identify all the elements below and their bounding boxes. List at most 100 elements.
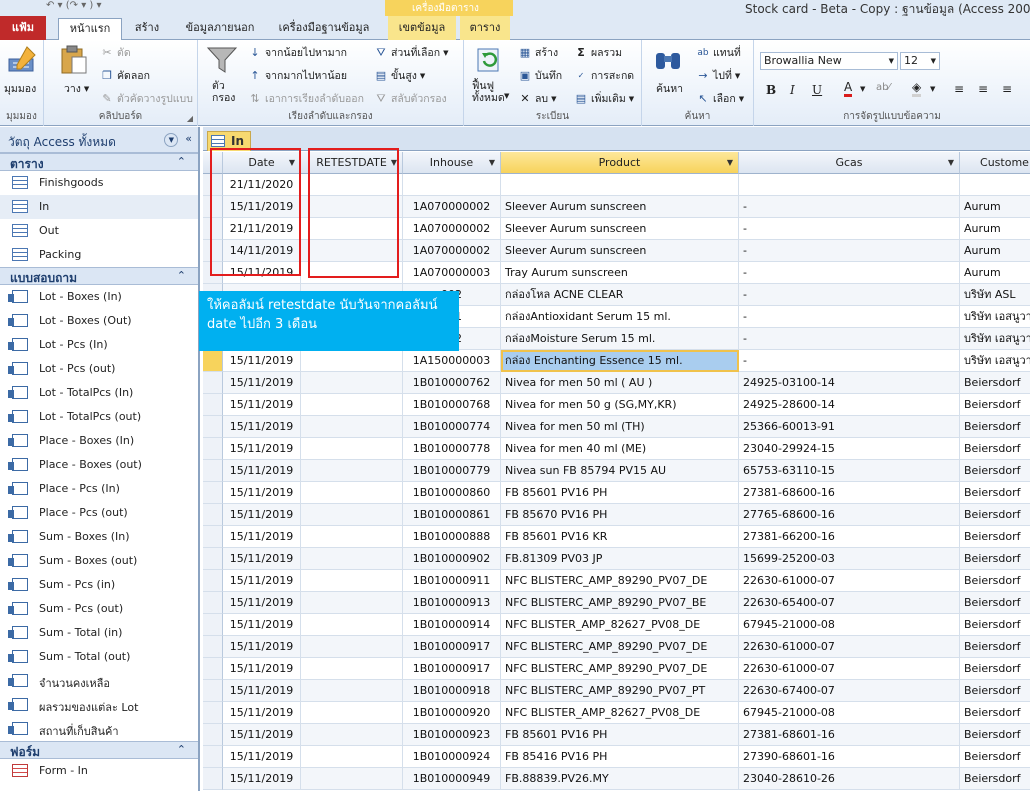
table-cell[interactable]: 1B010000914: [403, 614, 501, 636]
table-cell[interactable]: Beiersdorf: [960, 592, 1030, 614]
table-cell[interactable]: [960, 174, 1030, 196]
align-right-icon[interactable]: ≡: [1002, 82, 1012, 96]
chevron-down-icon[interactable]: ▼: [727, 152, 733, 173]
table-cell[interactable]: Nivea for men 50 ml ( AU ): [501, 372, 739, 394]
refresh-all-button[interactable]: ฟื้นฟู ทั้งหมด: [472, 80, 505, 104]
table-cell[interactable]: NFC BLISTERC_AMP_89290_PV07_PT: [501, 680, 739, 702]
column-header[interactable]: Inhouse ▼: [403, 152, 501, 174]
table-cell[interactable]: 1A070000003: [403, 262, 501, 284]
copy-button[interactable]: ❐ คัดลอก: [100, 67, 150, 84]
table-cell[interactable]: [739, 174, 960, 196]
nav-item[interactable]: Sum - Pcs (out): [0, 597, 198, 621]
table-cell[interactable]: 27381-66200-16: [739, 526, 960, 548]
table-cell[interactable]: [301, 614, 403, 636]
row-selector[interactable]: [203, 350, 223, 372]
nav-item[interactable]: Lot - Boxes (In): [0, 285, 198, 309]
table-cell[interactable]: Beiersdorf: [960, 548, 1030, 570]
table-cell[interactable]: Beiersdorf: [960, 724, 1030, 746]
table-cell[interactable]: 1B010000768: [403, 394, 501, 416]
nav-item[interactable]: Sum - Total (out): [0, 645, 198, 669]
table-cell[interactable]: Beiersdorf: [960, 372, 1030, 394]
table-cell[interactable]: 1A070000002: [403, 240, 501, 262]
collapse-pane-icon[interactable]: «: [185, 132, 192, 145]
table-cell[interactable]: 15/11/2019: [223, 460, 301, 482]
tab-create[interactable]: สร้าง: [127, 18, 167, 40]
nav-item[interactable]: Sum - Boxes (out): [0, 549, 198, 573]
nav-item[interactable]: Lot - TotalPcs (In): [0, 381, 198, 405]
table-cell[interactable]: กล่องMoisture Serum 15 ml.: [501, 328, 739, 350]
table-cell[interactable]: -: [739, 284, 960, 306]
nav-item[interactable]: Sum - Pcs (in): [0, 573, 198, 597]
row-selector[interactable]: [203, 526, 223, 548]
table-cell[interactable]: 15/11/2019: [223, 504, 301, 526]
delete-record-button[interactable]: ✕ ลบ ▼: [518, 90, 556, 107]
table-cell[interactable]: 22630-65400-07: [739, 592, 960, 614]
table-cell[interactable]: -: [739, 306, 960, 328]
table-cell[interactable]: 1B010000861: [403, 504, 501, 526]
table-cell[interactable]: 1A070000002: [403, 196, 501, 218]
table-cell[interactable]: 23040-29924-15: [739, 438, 960, 460]
row-selector[interactable]: [203, 702, 223, 724]
collapse-icon[interactable]: ⌃: [177, 743, 186, 756]
table-cell[interactable]: Beiersdorf: [960, 504, 1030, 526]
table-cell[interactable]: 15/11/2019: [223, 482, 301, 504]
dialog-launcher-icon[interactable]: ◢: [187, 114, 193, 123]
column-header[interactable]: Custome: [960, 152, 1030, 174]
nav-item[interactable]: Place - Boxes (out): [0, 453, 198, 477]
tab-table[interactable]: ตาราง: [460, 16, 510, 40]
table-cell[interactable]: 1B010000913: [403, 592, 501, 614]
table-cell[interactable]: -: [739, 328, 960, 350]
table-cell[interactable]: Beiersdorf: [960, 636, 1030, 658]
collapse-icon[interactable]: ⌃: [177, 269, 186, 282]
chevron-down-icon[interactable]: ▼: [489, 152, 495, 173]
select-button[interactable]: ↖ เลือก ▼: [696, 90, 744, 107]
table-cell[interactable]: 15/11/2019: [223, 548, 301, 570]
tab-database-tools[interactable]: เครื่องมือฐานข้อมูล: [272, 18, 376, 40]
nav-item[interactable]: Out: [0, 219, 198, 243]
table-cell[interactable]: Nivea for men 40 ml (ME): [501, 438, 739, 460]
tab-home[interactable]: หน้าแรก: [58, 18, 122, 41]
table-cell[interactable]: 15/11/2019: [223, 416, 301, 438]
nav-section-header[interactable]: ฟอร์ม ⌃: [0, 741, 198, 759]
nav-item[interactable]: Packing: [0, 243, 198, 267]
selection-button[interactable]: ⛛ ส่วนที่เลือก ▼: [374, 44, 448, 61]
row-selector[interactable]: [203, 570, 223, 592]
collapse-icon[interactable]: ⌃: [177, 155, 186, 168]
table-cell[interactable]: 24925-28600-14: [739, 394, 960, 416]
table-cell[interactable]: 67945-21000-08: [739, 614, 960, 636]
nav-item[interactable]: Place - Boxes (In): [0, 429, 198, 453]
align-center-icon[interactable]: ≡: [978, 82, 988, 96]
table-cell[interactable]: Beiersdorf: [960, 680, 1030, 702]
nav-item[interactable]: จำนวนคงเหลือ: [0, 669, 198, 693]
table-cell[interactable]: FB 85601 PV16 PH: [501, 724, 739, 746]
sort-ascending-button[interactable]: ↓ จากน้อยไปหามาก: [248, 44, 347, 61]
table-cell[interactable]: -: [739, 262, 960, 284]
column-header[interactable]: Product ▼: [501, 152, 739, 174]
row-selector[interactable]: [203, 372, 223, 394]
table-cell[interactable]: Aurum: [960, 240, 1030, 262]
table-cell[interactable]: 1A150000003: [403, 350, 501, 372]
table-cell[interactable]: [301, 372, 403, 394]
table-cell[interactable]: 15/11/2019: [223, 636, 301, 658]
table-cell[interactable]: กล่อง Enchanting Essence 15 ml.: [501, 350, 739, 372]
toggle-filter-button[interactable]: ⛛ สลับตัวกรอง: [374, 90, 446, 107]
nav-item[interactable]: Sum - Total (in): [0, 621, 198, 645]
table-cell[interactable]: 15699-25200-03: [739, 548, 960, 570]
select-all-corner[interactable]: [203, 152, 223, 174]
table-cell[interactable]: [301, 592, 403, 614]
table-cell[interactable]: 1B010000902: [403, 548, 501, 570]
table-cell[interactable]: 1B010000917: [403, 636, 501, 658]
table-cell[interactable]: 67945-21000-08: [739, 702, 960, 724]
table-cell[interactable]: Beiersdorf: [960, 394, 1030, 416]
table-cell[interactable]: [301, 460, 403, 482]
table-cell[interactable]: 21/11/2019: [223, 218, 301, 240]
table-cell[interactable]: -: [739, 350, 960, 372]
nav-item[interactable]: Place - Pcs (out): [0, 501, 198, 525]
table-cell[interactable]: Beiersdorf: [960, 570, 1030, 592]
remove-sort-button[interactable]: ⇅ เอาการเรียงลำดับออก: [248, 90, 364, 107]
underline-icon[interactable]: U: [812, 83, 822, 97]
save-record-button[interactable]: ▣ บันทึก: [518, 67, 562, 84]
table-cell[interactable]: 24925-03100-14: [739, 372, 960, 394]
nav-pane-header[interactable]: วัตถุ Access ทั้งหมด ▼ «: [0, 127, 198, 153]
nav-item[interactable]: In: [0, 195, 198, 219]
